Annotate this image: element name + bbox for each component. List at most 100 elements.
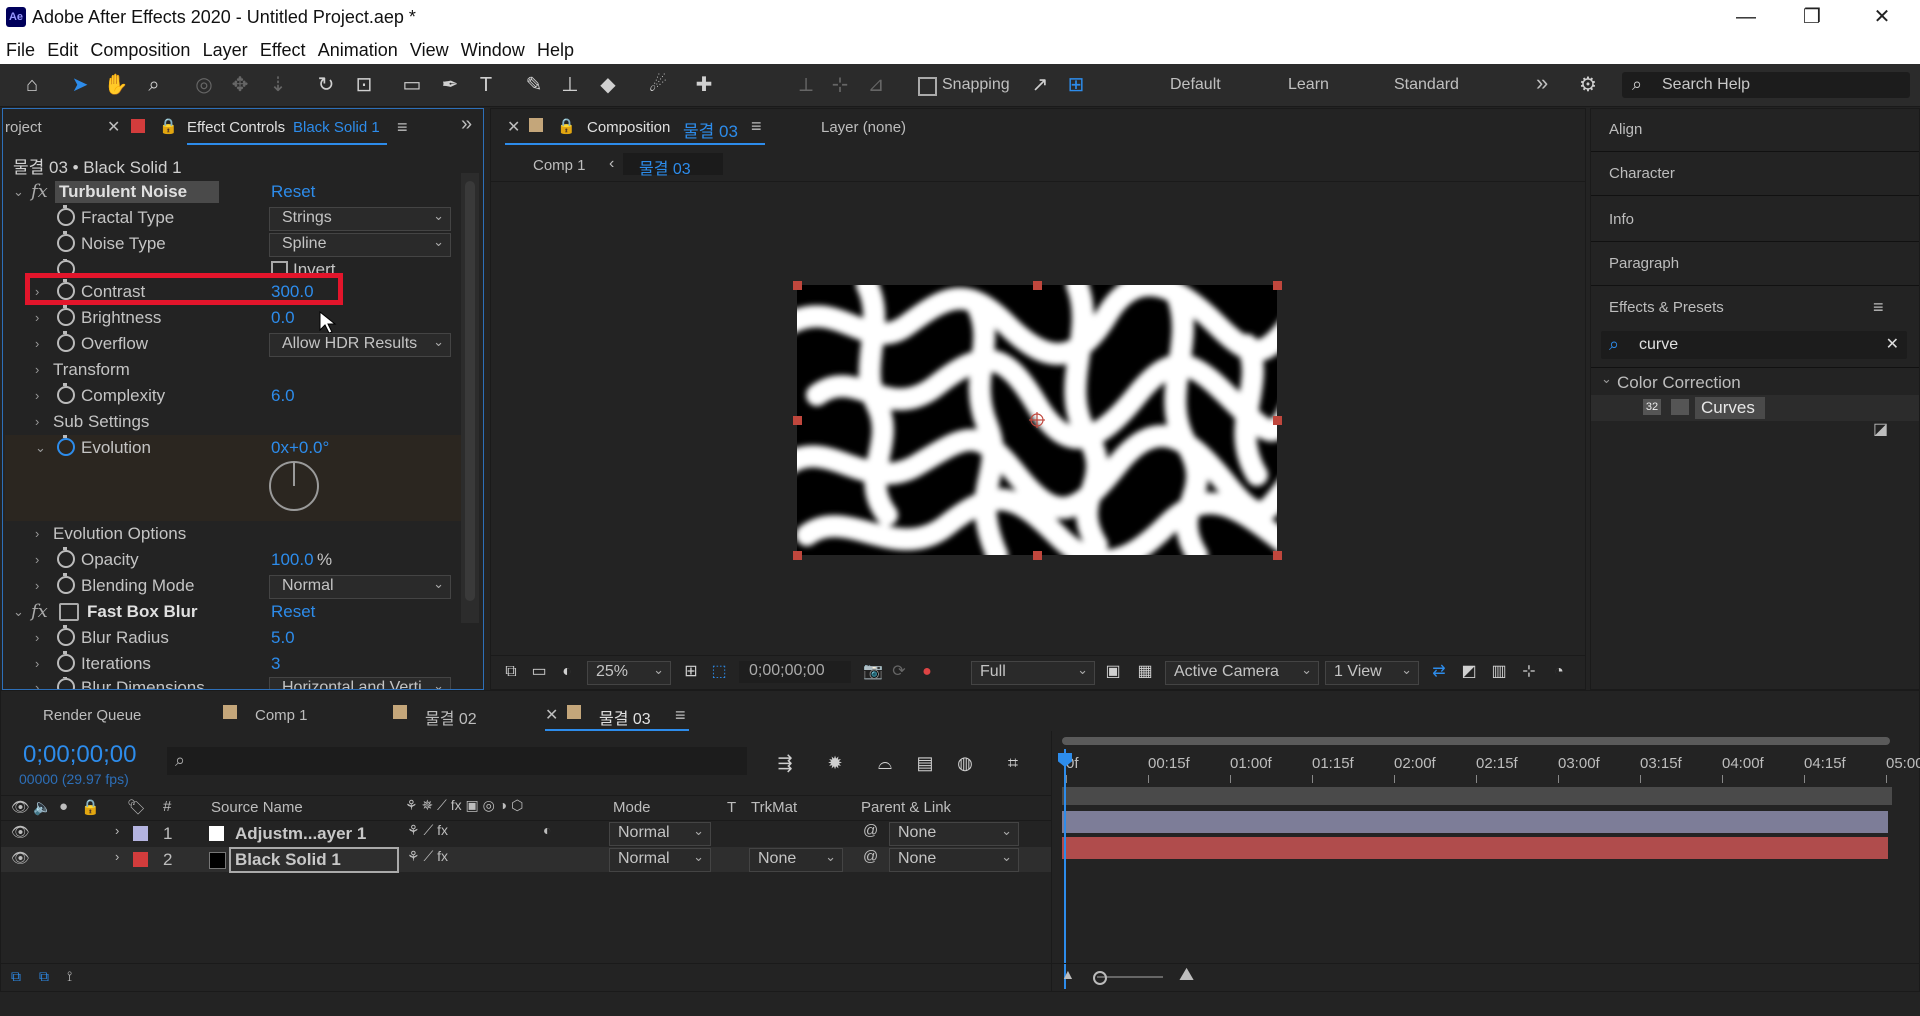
expand-arrow-icon[interactable]: › [115,823,119,838]
pickwhip-icon[interactable]: @ [863,848,878,865]
layer-mode-dropdown[interactable]: Normal ⌄ [609,848,711,872]
expand-arrow-icon[interactable]: › [35,284,39,299]
new-preset-icon[interactable]: ◪ [1873,419,1888,439]
current-timecode[interactable]: 0;00;00;00 [23,741,136,769]
axis-world-icon[interactable]: ⊹ [826,71,854,99]
eraser-tool-icon[interactable]: ◆ [594,71,622,99]
expand-arrow-icon[interactable]: › [115,849,119,864]
expand-arrow-icon[interactable]: › [35,680,39,689]
transparency-grid-icon[interactable]: ▦ [1131,658,1159,686]
show-snapshot-icon[interactable]: ⟳ [885,658,913,686]
toggle-pixel-aspect-icon[interactable]: ⇄ [1425,658,1453,686]
render-queue-tab[interactable]: Render Queue [43,707,141,724]
brightness-value[interactable]: 0.0 [271,308,295,328]
comp1-tab[interactable]: Comp 1 [255,707,308,724]
breadcrumb-current[interactable]: 물결 03 [639,155,691,179]
orbit-camera-icon[interactable]: ◎ [190,71,218,99]
transform-handle[interactable] [1033,551,1042,560]
home-icon[interactable]: ⌂ [18,71,46,99]
channel-rgb-icon[interactable]: ● [913,658,941,686]
fx-icon[interactable]: fx [31,181,48,202]
workspace-learn[interactable]: Learn [1288,76,1329,94]
stopwatch-icon[interactable] [57,305,75,326]
minimize-button[interactable]: — [1716,2,1776,32]
collapse-arrow-icon[interactable]: ⌄ [35,440,46,456]
label-tag-icon[interactable]: 🏷 [127,798,146,816]
menu-file[interactable]: File [0,36,39,64]
clone-stamp-icon[interactable]: ⊥ [556,71,584,99]
adjustment-layer-icon[interactable]: ◐ [543,822,551,838]
stopwatch-icon[interactable] [57,547,75,568]
evolution-dial[interactable] [269,461,319,511]
breadcrumb-comp1[interactable]: Comp 1 [533,157,586,174]
layer-switches[interactable]: ⚘ ⟋ fx [407,848,448,865]
zoom-in-icon[interactable]: ⛰ [1179,964,1194,985]
timeline-search-field[interactable]: ⌕ [167,747,747,775]
noise-type-dropdown[interactable]: Spline ⌄ [269,233,451,257]
fx-icon[interactable]: fx [31,601,48,622]
parent-column[interactable]: Parent & Link [861,799,951,816]
effect-fast-box-blur[interactable]: ⌄ fx Fast Box Blur Reset [3,601,463,626]
transform-handle[interactable] [793,281,802,290]
collapse-arrow-icon[interactable]: ⌄ [13,604,24,620]
comp-viewer-image[interactable] [797,285,1277,555]
rotation-tool-icon[interactable]: ↻ [312,71,340,99]
layer-switches[interactable]: ⚘ ⟋ fx [407,822,448,839]
iterations-value[interactable]: 3 [271,654,280,674]
composition-tab[interactable]: Composition [587,119,670,136]
menu-help[interactable]: Help [533,36,578,64]
mask-visibility-icon[interactable]: ◐ [553,658,581,686]
stopwatch-icon[interactable] [57,573,75,594]
eye-icon[interactable]: 👁 [11,823,30,841]
blur-dimensions-dropdown[interactable]: Horizontal and Verti ⌄ [269,677,451,689]
zoom-slider-thumb[interactable] [1093,971,1107,985]
snap-features-icon[interactable]: ⊞ [1062,71,1090,99]
fractal-type-dropdown[interactable]: Strings ⌄ [269,207,451,231]
playhead[interactable] [1064,749,1066,989]
info-panel[interactable]: Info [1609,211,1634,228]
zoom-tool-icon[interactable]: ⌕ [140,71,168,99]
source-name-column[interactable]: Source Name [211,799,303,816]
menu-effect[interactable]: Effect [256,36,310,64]
layer-mode-dropdown[interactable]: Normal ⌄ [609,822,711,846]
search-help-field[interactable]: ⌕ Search Help [1622,72,1910,98]
scrollbar-thumb[interactable] [465,181,475,601]
layer-label-color[interactable] [133,826,148,841]
always-preview-icon[interactable]: ⧉ [497,658,525,686]
zoom-dropdown[interactable]: 25% ⌄ [587,661,671,685]
stopwatch-icon[interactable] [57,383,75,404]
expand-arrow-icon[interactable]: › [35,552,39,567]
layer-tab[interactable]: Layer (none) [821,119,906,136]
comp-tab-3[interactable]: 물결 03 [599,705,651,729]
pan-camera-icon[interactable]: ✥ [226,71,254,99]
current-time-field[interactable]: 0;00;00;00 [739,661,851,683]
transform-handle[interactable] [793,416,802,425]
layer-label-color[interactable] [133,852,148,867]
eye-icon[interactable]: 👁 [11,798,30,816]
fast-preview-icon[interactable]: ▣ [1099,658,1127,686]
grid-icon[interactable]: ⊞ [677,658,705,686]
expand-arrow-icon[interactable]: › [35,388,39,403]
view-layout-dropdown[interactable]: 1 View ⌄ [1325,661,1419,685]
evolution-value[interactable]: 0x+0.0° [271,438,329,458]
complexity-value[interactable]: 6.0 [271,386,295,406]
transform-handle[interactable] [1273,551,1282,560]
lock-column-icon[interactable]: 🔒 [81,798,100,816]
workspace-more-icon[interactable]: » [1536,70,1548,96]
effect-turbulent-noise[interactable]: ⌄ fx Turbulent Noise Reset [3,181,463,206]
trkmat-dropdown[interactable]: None ⌄ [749,848,843,872]
workspace-standard[interactable]: Standard [1394,76,1459,94]
type-tool-icon[interactable]: T [472,71,500,99]
rectangle-tool-icon[interactable]: ▭ [398,71,426,99]
layer-bar[interactable] [1062,837,1888,859]
camera-dropdown[interactable]: Active Camera ⌄ [1165,661,1319,685]
menu-composition[interactable]: Composition [86,36,194,64]
panel-menu-icon[interactable]: ≡ [675,705,686,726]
paragraph-panel[interactable]: Paragraph [1609,255,1679,272]
hand-tool-icon[interactable]: ✋ [102,71,130,99]
close-tab-icon[interactable]: ✕ [107,117,120,137]
transform-handle[interactable] [793,551,802,560]
work-area-bar[interactable] [1062,737,1890,745]
align-panel[interactable]: Align [1609,121,1642,138]
parent-dropdown[interactable]: None ⌄ [889,822,1019,846]
